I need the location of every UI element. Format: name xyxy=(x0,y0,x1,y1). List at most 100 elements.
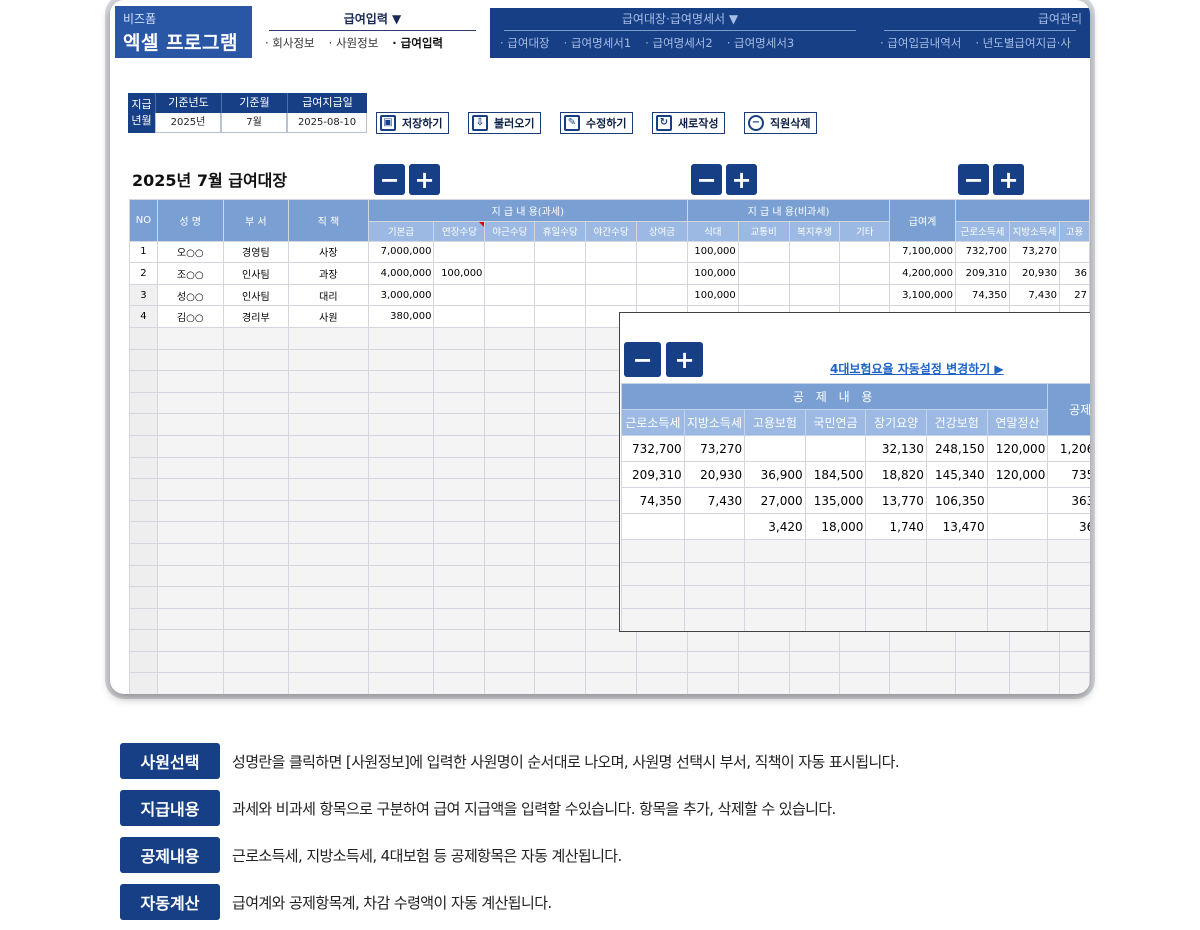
deduction-cell-empty[interactable] xyxy=(865,539,927,563)
cell-empty[interactable] xyxy=(288,564,369,588)
deduction-cell[interactable]: 36,630 xyxy=(1047,513,1090,540)
deduction-cell[interactable]: 184,500 xyxy=(804,461,867,488)
cell-empty[interactable] xyxy=(484,650,536,674)
cell-d2[interactable]: 7,430 xyxy=(1008,283,1060,307)
cell-empty[interactable] xyxy=(433,672,486,694)
cell-empty[interactable] xyxy=(788,262,841,285)
cell-empty[interactable] xyxy=(1008,650,1060,674)
cell-empty[interactable] xyxy=(288,370,369,393)
deduction-cell-empty[interactable] xyxy=(866,632,926,633)
cell-position[interactable]: 과장 xyxy=(288,262,369,285)
cell-total[interactable]: 4,200,000 xyxy=(889,262,957,285)
cell-empty[interactable] xyxy=(129,456,158,480)
cell-position[interactable]: 대리 xyxy=(288,283,369,307)
cell-empty[interactable] xyxy=(737,672,790,694)
cell-empty[interactable] xyxy=(534,629,587,652)
cell-empty[interactable] xyxy=(367,521,435,544)
cell-empty[interactable] xyxy=(156,499,224,523)
cell-dept[interactable]: 경리부 xyxy=(222,305,290,328)
cell-empty[interactable] xyxy=(129,499,158,523)
cell-empty[interactable] xyxy=(288,348,369,372)
cell-empty[interactable] xyxy=(222,434,290,458)
cell-empty[interactable] xyxy=(484,413,536,436)
deduction-cell-empty[interactable] xyxy=(925,585,988,609)
deduction-cell[interactable]: 732,700 xyxy=(621,435,685,462)
cell-empty[interactable] xyxy=(156,607,224,631)
cell-empty[interactable] xyxy=(839,629,891,652)
deduction-cell-empty[interactable] xyxy=(683,608,746,631)
deduction-cell-empty[interactable] xyxy=(986,539,1049,563)
cell-empty[interactable] xyxy=(433,542,486,566)
cell-empty[interactable] xyxy=(534,262,587,285)
deduction-cell[interactable]: 209,310 xyxy=(621,461,685,488)
cell-empty[interactable] xyxy=(433,370,486,393)
deduction-cell[interactable] xyxy=(804,435,867,462)
deduction-cell-empty[interactable] xyxy=(804,539,867,563)
cell-empty[interactable] xyxy=(288,413,369,436)
cell-meal[interactable]: 100,000 xyxy=(686,240,739,264)
cell-empty[interactable] xyxy=(585,283,638,307)
cell-empty[interactable] xyxy=(534,240,587,264)
cell-empty[interactable] xyxy=(1058,672,1090,694)
pay-date-field[interactable]: 2025-08-10 xyxy=(287,113,367,133)
cell-empty[interactable] xyxy=(889,672,957,694)
deduction-cell-empty[interactable] xyxy=(865,608,927,631)
cell-overtime[interactable] xyxy=(433,283,486,307)
cell-empty[interactable] xyxy=(636,650,688,674)
cell-empty[interactable] xyxy=(737,629,790,652)
cell-empty[interactable] xyxy=(129,542,158,566)
cell-empty[interactable] xyxy=(433,521,486,544)
deduction-cell-empty[interactable] xyxy=(987,632,1048,633)
deduction-cell-empty[interactable] xyxy=(745,632,805,633)
cell-empty[interactable] xyxy=(788,629,841,652)
deduction-cell[interactable]: 32,130 xyxy=(865,435,927,462)
cell-empty[interactable] xyxy=(222,391,290,415)
cell-empty[interactable] xyxy=(288,586,369,609)
deduction-cell-empty[interactable] xyxy=(1047,585,1090,609)
cell-empty[interactable] xyxy=(788,672,841,694)
deduction-cell-empty[interactable] xyxy=(621,539,685,563)
deduction-cell[interactable]: 73,270 xyxy=(683,435,746,462)
deduction-cell[interactable]: 13,770 xyxy=(865,487,927,514)
cell-empty[interactable] xyxy=(288,326,369,350)
cell-dept[interactable]: 인사팀 xyxy=(222,262,290,285)
cell-empty[interactable] xyxy=(484,607,536,631)
cell-empty[interactable] xyxy=(484,499,536,523)
cell-empty[interactable] xyxy=(433,499,486,523)
cell-empty[interactable] xyxy=(433,586,486,609)
cell-empty[interactable] xyxy=(955,672,1010,694)
cell-empty[interactable] xyxy=(222,413,290,436)
cell-empty[interactable] xyxy=(484,586,536,609)
cell-empty[interactable] xyxy=(839,240,891,264)
cell-empty[interactable] xyxy=(839,283,891,307)
cell-no[interactable]: 1 xyxy=(129,240,158,264)
cell-empty[interactable] xyxy=(534,586,587,609)
deduction-cell-empty[interactable] xyxy=(986,562,1049,586)
cell-dept[interactable]: 인사팀 xyxy=(222,283,290,307)
cell-empty[interactable] xyxy=(585,672,638,694)
cell-empty[interactable] xyxy=(367,499,435,523)
cell-empty[interactable] xyxy=(156,370,224,393)
cell-total[interactable]: 3,100,000 xyxy=(889,283,957,307)
cell-empty[interactable] xyxy=(737,262,790,285)
cell-empty[interactable] xyxy=(156,456,224,480)
cell-overtime[interactable]: 100,000 xyxy=(433,262,486,285)
cell-empty[interactable] xyxy=(367,650,435,674)
deduction-cell[interactable]: 27,000 xyxy=(744,487,806,514)
deduction-cell[interactable] xyxy=(986,487,1049,514)
cell-empty[interactable] xyxy=(288,542,369,566)
cell-empty[interactable] xyxy=(534,348,587,372)
deduction-cell[interactable]: 7,430 xyxy=(683,487,746,514)
cell-empty[interactable] xyxy=(484,370,536,393)
popup-collapse-button[interactable]: − xyxy=(624,342,661,377)
cell-empty[interactable] xyxy=(288,650,369,674)
cell-basic[interactable]: 4,000,000 xyxy=(367,262,435,285)
cell-empty[interactable] xyxy=(484,240,536,264)
cell-empty[interactable] xyxy=(534,391,587,415)
cell-empty[interactable] xyxy=(484,521,536,544)
cell-empty[interactable] xyxy=(737,283,790,307)
cell-name[interactable]: 오○○ xyxy=(156,240,224,264)
cell-empty[interactable] xyxy=(367,434,435,458)
cell-empty[interactable] xyxy=(484,391,536,415)
cell-empty[interactable] xyxy=(222,564,290,588)
